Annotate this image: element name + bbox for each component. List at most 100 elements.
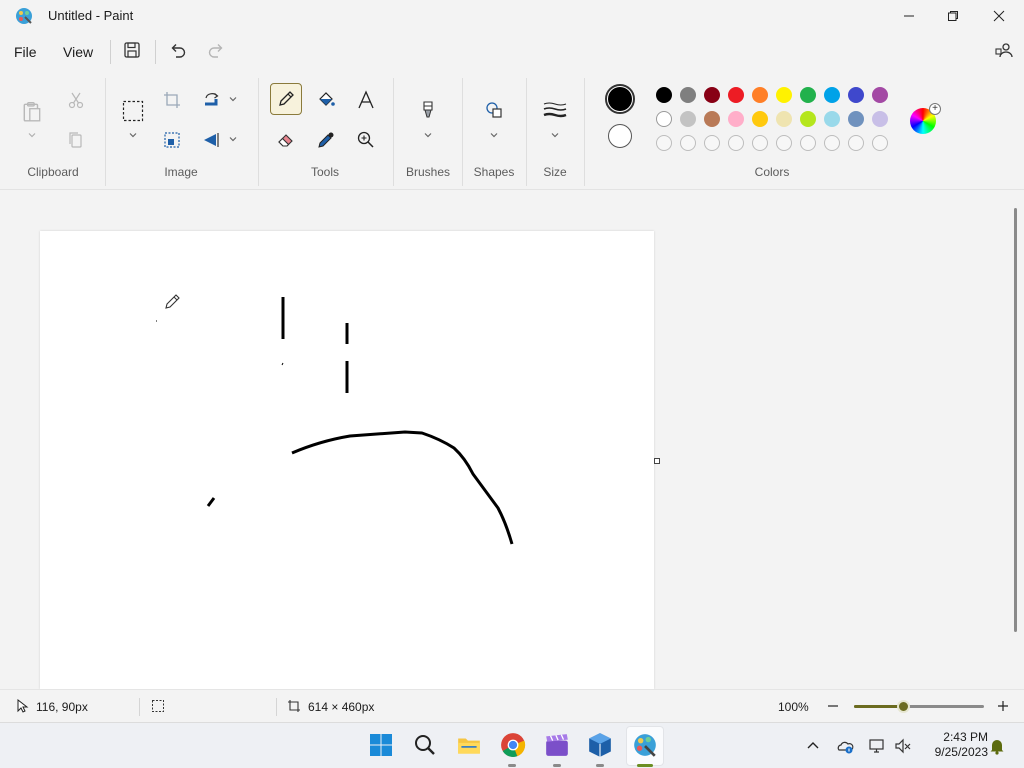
- size-button[interactable]: [539, 94, 571, 126]
- cut-button[interactable]: [60, 84, 92, 116]
- color-swatch[interactable]: [800, 87, 816, 103]
- minimize-button[interactable]: [886, 0, 932, 32]
- color-swatch[interactable]: [704, 87, 720, 103]
- pencil-tool-button[interactable]: [270, 83, 302, 115]
- flip-icon: [204, 133, 219, 147]
- custom-color-slot[interactable]: [656, 135, 672, 151]
- chrome-button[interactable]: [500, 732, 526, 758]
- account-icon[interactable]: [994, 40, 1014, 60]
- shapes-button[interactable]: [478, 94, 510, 126]
- copy-button[interactable]: [60, 124, 92, 156]
- custom-color-slot[interactable]: [872, 135, 888, 151]
- shapes-icon: [486, 102, 502, 118]
- group-separator: [584, 78, 585, 186]
- group-separator: [258, 78, 259, 186]
- zoom-level-text[interactable]: 100%: [778, 700, 809, 714]
- edit-colors-button[interactable]: +: [910, 103, 941, 134]
- brushes-button[interactable]: [412, 94, 444, 126]
- file-explorer-button[interactable]: [456, 732, 482, 758]
- text-tool-button[interactable]: [350, 84, 382, 116]
- primary-color-swatch[interactable]: [605, 84, 635, 114]
- magnifier-tool-button[interactable]: [350, 124, 382, 156]
- color-swatch[interactable]: [872, 87, 888, 103]
- fill-bucket-icon: [319, 92, 335, 106]
- vertical-scrollbar[interactable]: [1014, 208, 1017, 632]
- color-swatch[interactable]: [752, 87, 768, 103]
- resize-button[interactable]: [156, 124, 188, 156]
- plus-icon: +: [929, 103, 941, 115]
- custom-color-slot[interactable]: [704, 135, 720, 151]
- eraser-tool-button[interactable]: [270, 124, 302, 156]
- chevron-down-icon[interactable]: [128, 130, 138, 140]
- color-swatch[interactable]: [680, 87, 696, 103]
- color-swatch[interactable]: [752, 111, 768, 127]
- menu-file[interactable]: File: [14, 44, 37, 60]
- onedrive-icon[interactable]: [836, 737, 854, 755]
- zoom-slider-thumb[interactable]: [897, 700, 911, 713]
- color-swatch[interactable]: [656, 111, 672, 127]
- menu-view[interactable]: View: [63, 44, 93, 60]
- media-app-button[interactable]: [544, 732, 570, 758]
- color-swatch[interactable]: [776, 111, 792, 127]
- rotate-button[interactable]: [196, 84, 228, 116]
- network-icon[interactable]: [868, 737, 886, 755]
- color-swatch[interactable]: [728, 111, 744, 127]
- volume-muted-icon[interactable]: [894, 737, 912, 755]
- start-button[interactable]: [368, 732, 394, 758]
- menu-separator: [155, 40, 156, 64]
- chevron-down-icon[interactable]: [27, 130, 37, 140]
- color-swatch[interactable]: [776, 87, 792, 103]
- zoom-in-icon[interactable]: [996, 699, 1010, 713]
- drawing-canvas[interactable]: [40, 231, 654, 689]
- restore-icon: [948, 11, 958, 21]
- custom-color-slot[interactable]: [824, 135, 840, 151]
- color-swatch[interactable]: [728, 87, 744, 103]
- close-button[interactable]: [976, 0, 1022, 32]
- chevron-up-icon[interactable]: [804, 737, 822, 755]
- chevron-down-icon[interactable]: [228, 134, 238, 144]
- pencil-icon: [279, 91, 294, 106]
- color-swatch[interactable]: [824, 111, 840, 127]
- eraser-icon: [278, 134, 293, 147]
- notification-bell-icon[interactable]: [988, 737, 1006, 755]
- canvas-resize-handle[interactable]: [654, 458, 660, 464]
- restore-button[interactable]: [930, 0, 976, 32]
- undo-icon[interactable]: [168, 40, 188, 60]
- fill-tool-button[interactable]: [310, 84, 342, 116]
- redo-icon[interactable]: [206, 40, 226, 60]
- color-swatch[interactable]: [704, 111, 720, 127]
- custom-color-slot[interactable]: [752, 135, 768, 151]
- custom-color-slot[interactable]: [776, 135, 792, 151]
- copy-icon: [69, 132, 82, 148]
- chevron-down-icon[interactable]: [489, 130, 499, 140]
- select-button[interactable]: [116, 94, 150, 128]
- custom-color-slot[interactable]: [848, 135, 864, 151]
- color-swatch[interactable]: [848, 111, 864, 127]
- chevron-down-icon[interactable]: [228, 94, 238, 104]
- zoom-slider-track[interactable]: [854, 705, 984, 708]
- chevron-down-icon[interactable]: [423, 130, 433, 140]
- color-swatch[interactable]: [800, 111, 816, 127]
- custom-color-slot[interactable]: [680, 135, 696, 151]
- custom-color-slot[interactable]: [800, 135, 816, 151]
- color-swatch[interactable]: [872, 111, 888, 127]
- text-icon: [358, 90, 374, 109]
- color-swatch[interactable]: [680, 111, 696, 127]
- secondary-color-swatch[interactable]: [608, 124, 632, 148]
- color-swatch[interactable]: [824, 87, 840, 103]
- save-icon[interactable]: [122, 40, 142, 60]
- color-picker-tool-button[interactable]: [310, 124, 342, 156]
- clock[interactable]: 2:43 PM 9/25/2023: [918, 730, 988, 760]
- virtualbox-button[interactable]: [587, 732, 613, 758]
- chevron-down-icon[interactable]: [550, 130, 560, 140]
- paste-button[interactable]: [16, 94, 48, 130]
- custom-color-slot[interactable]: [728, 135, 744, 151]
- zoom-out-icon[interactable]: [826, 699, 840, 713]
- color-swatch[interactable]: [656, 87, 672, 103]
- paint-taskbar-button[interactable]: [632, 732, 658, 758]
- color-swatch[interactable]: [848, 87, 864, 103]
- search-icon: [415, 735, 435, 755]
- crop-button[interactable]: [156, 84, 188, 116]
- search-button[interactable]: [412, 732, 438, 758]
- flip-button[interactable]: [196, 124, 228, 156]
